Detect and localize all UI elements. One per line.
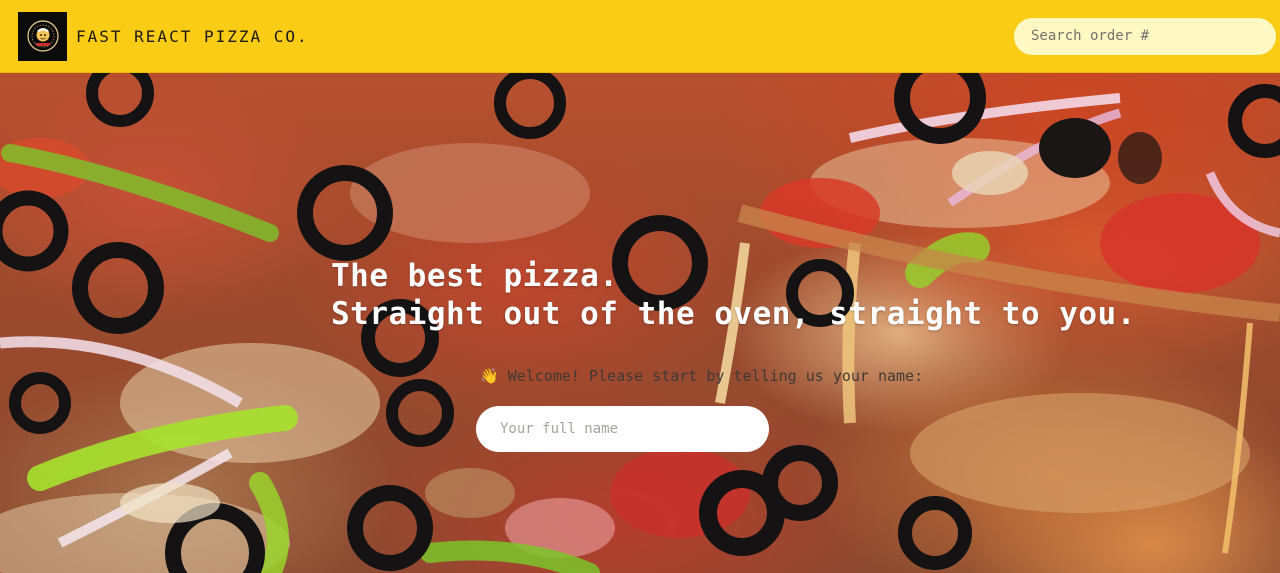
brand-name: Fast React Pizza Co. [76, 26, 309, 46]
hero-content: The best pizza. Straight out of the oven… [0, 73, 1280, 573]
hero-section: The best pizza. Straight out of the oven… [0, 73, 1280, 573]
hero-title-line-2: Straight out of the oven, straight to yo… [331, 296, 1136, 332]
full-name-input[interactable] [476, 406, 769, 452]
welcome-message: 👋 Welcome! Please start by telling us yo… [480, 367, 924, 385]
app-header: Fast React Pizza Co. [0, 0, 1280, 73]
hero-title: The best pizza. Straight out of the oven… [0, 257, 1280, 333]
home-link[interactable]: Fast React Pizza Co. [18, 11, 309, 61]
pizza-logo-icon [18, 11, 67, 61]
search-order-input[interactable] [1014, 17, 1276, 55]
hero-title-line-1: The best pizza. [331, 258, 619, 294]
